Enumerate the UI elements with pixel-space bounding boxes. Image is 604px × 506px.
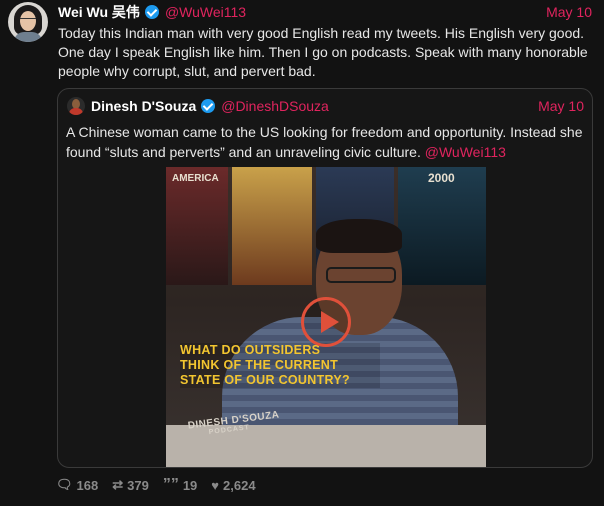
poster-text: AMERICA [172,173,219,184]
tweet-actions: 🗨︎ 168 ⇄ 379 ”” 19 ♥ 2,624 [56,476,270,494]
retweet-count: 379 [127,477,149,493]
tweet: Wei Wu 吴伟 @WuWei113 May 10 Today this In… [0,0,604,506]
headline-line: STATE OF OUR COUNTRY? [180,373,380,388]
poster: AMERICA [166,167,228,285]
heart-icon: ♥ [211,477,220,493]
verified-badge-icon [144,5,159,19]
speaker-glasses [326,267,396,283]
quote-text: A Chinese woman came to the US looking f… [66,122,588,162]
reply-count: 168 [76,477,99,493]
quote-avatar[interactable] [67,97,85,115]
quote-date[interactable]: May 10 [538,98,584,114]
speech-bubble-icon: 🗨︎ [56,477,73,492]
video-player[interactable]: AMERICA 2000 WHAT DO OUTSIDERS THINK OF … [166,167,486,467]
play-icon[interactable] [301,297,351,347]
quoted-tweet[interactable]: Dinesh D'Souza @DineshDSouza May 10 A Ch… [57,88,593,468]
avatar[interactable] [8,2,48,42]
quote-header: Dinesh D'Souza @DineshDSouza May 10 [91,97,584,115]
tweet-header: Wei Wu 吴伟 @WuWei113 May 10 [58,3,592,21]
tweet-date[interactable]: May 10 [546,4,592,20]
poster [232,167,312,285]
quote-author-handle[interactable]: @DineshDSouza [221,98,329,114]
video-headline: WHAT DO OUTSIDERS THINK OF THE CURRENT S… [180,343,380,388]
reply-button[interactable]: 🗨︎ 168 [56,477,98,493]
retweet-icon: ⇄ [112,477,124,492]
like-count: 2,624 [223,477,256,493]
poster: 2000 [398,167,486,285]
author-name[interactable]: Wei Wu 吴伟 [58,2,140,22]
quote-count: 19 [182,477,198,493]
headline-line: WHAT DO OUTSIDERS [180,343,380,358]
tweet-text: Today this Indian man with very good Eng… [58,25,588,79]
headline-line: THINK OF THE CURRENT [180,358,380,373]
retweet-button[interactable]: ⇄ 379 [112,477,149,493]
verified-badge-icon [201,99,216,113]
quote-button[interactable]: ”” 19 [163,476,197,494]
quote-mention[interactable]: @WuWei113 [425,144,506,160]
poster-text: 2000 [428,171,455,185]
quote-author-name[interactable]: Dinesh D'Souza [91,98,196,114]
author-handle[interactable]: @WuWei113 [165,4,246,20]
quote-icon: ”” [162,476,179,493]
like-button[interactable]: ♥ 2,624 [211,478,255,493]
